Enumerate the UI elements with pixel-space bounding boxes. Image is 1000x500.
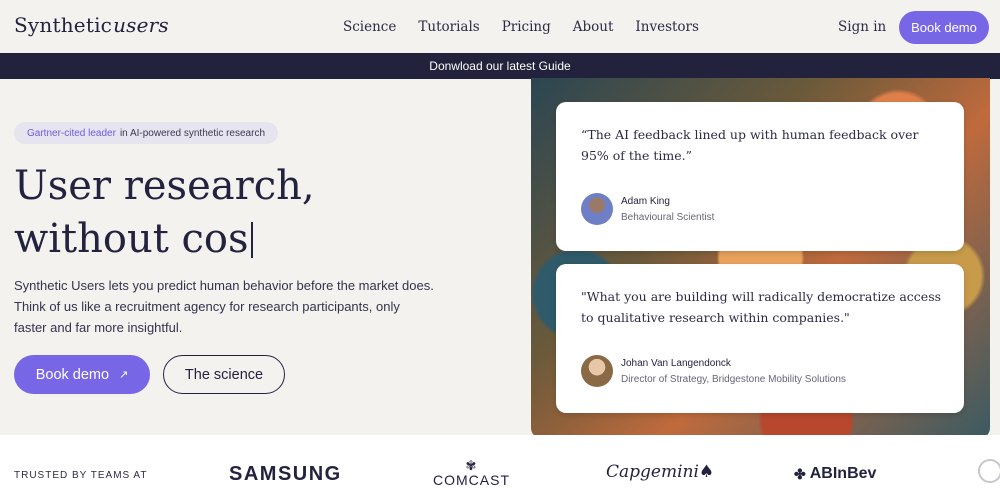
book-demo-button[interactable]: Book demo ↗ — [14, 355, 150, 394]
partial-logo-icon — [978, 459, 1000, 483]
nav-pricing[interactable]: Pricing — [502, 19, 551, 35]
gartner-badge: Gartner-cited leader in AI-powered synth… — [14, 122, 279, 144]
logo-script: users — [113, 13, 169, 37]
testimonial-role: Behavioural Scientist — [621, 212, 715, 223]
badge-highlight: Gartner-cited leader — [27, 127, 116, 139]
testimonial-quote: “The AI feedback lined up with human fee… — [581, 127, 919, 163]
testimonial-name: Johan Van Langendonck — [621, 358, 731, 369]
site-header: Syntheticusers Science Tutorials Pricing… — [0, 0, 1000, 53]
capgemini-wordmark: Capgemini — [606, 462, 699, 482]
hero-title-line-2: without cos — [14, 216, 249, 262]
logo[interactable]: Syntheticusers — [14, 13, 169, 37]
trusted-label: TRUSTED BY TEAMS AT — [14, 470, 148, 481]
nav-about[interactable]: About — [573, 19, 614, 35]
abinbev-wordmark: ABInBev — [809, 465, 877, 482]
avatar — [581, 355, 613, 387]
book-demo-label: Book demo — [35, 366, 110, 383]
testimonial-name: Adam King — [621, 196, 670, 207]
logo-wordmark: Synthetic — [14, 13, 113, 37]
the-science-label: The science — [184, 366, 264, 383]
nav-tutorials[interactable]: Tutorials — [418, 19, 479, 35]
main-nav: Science Tutorials Pricing About Investor… — [343, 19, 721, 35]
testimonial-card: "What you are building will radically de… — [556, 264, 964, 413]
nav-science[interactable]: Science — [343, 19, 396, 35]
peacock-icon: ✾ — [465, 458, 477, 473]
trusted-by-bar: TRUSTED BY TEAMS AT SAMSUNG ✾ COMCAST Ca… — [0, 435, 1000, 500]
the-science-button[interactable]: The science — [163, 355, 285, 394]
hero-title-line-1: User research, — [14, 163, 315, 209]
banner-text[interactable]: Donwload our latest Guide — [429, 59, 570, 73]
nav-investors[interactable]: Investors — [635, 19, 699, 35]
capgemini-logo: Capgemini♠ — [606, 462, 714, 482]
book-demo-header-button[interactable]: Book demo — [899, 11, 989, 44]
arrow-up-right-icon: ↗ — [119, 369, 129, 381]
avatar — [581, 193, 613, 225]
testimonial-quote: "What you are building will radically de… — [581, 289, 942, 325]
testimonial-card: “The AI feedback lined up with human fee… — [556, 102, 964, 251]
comcast-wordmark: COMCAST — [433, 472, 510, 488]
hero-description: Synthetic Users lets you predict human b… — [14, 278, 434, 335]
typing-caret — [250, 222, 253, 258]
testimonial-role: Director of Strategy, Bridgestone Mobili… — [621, 374, 846, 385]
announcement-banner[interactable]: Donwload our latest Guide — [0, 53, 1000, 79]
abinbev-mark-icon: ✤ — [794, 465, 806, 482]
samsung-logo: SAMSUNG — [229, 463, 342, 485]
hero-title: User research, without cos — [14, 160, 514, 266]
comcast-logo: ✾ COMCAST — [433, 459, 509, 490]
sign-in-link[interactable]: Sign in — [838, 19, 886, 35]
badge-text: in AI-powered synthetic research — [119, 127, 266, 139]
abinbev-logo: ✤ ABInBev — [794, 465, 876, 483]
spade-icon: ♠ — [698, 462, 715, 482]
